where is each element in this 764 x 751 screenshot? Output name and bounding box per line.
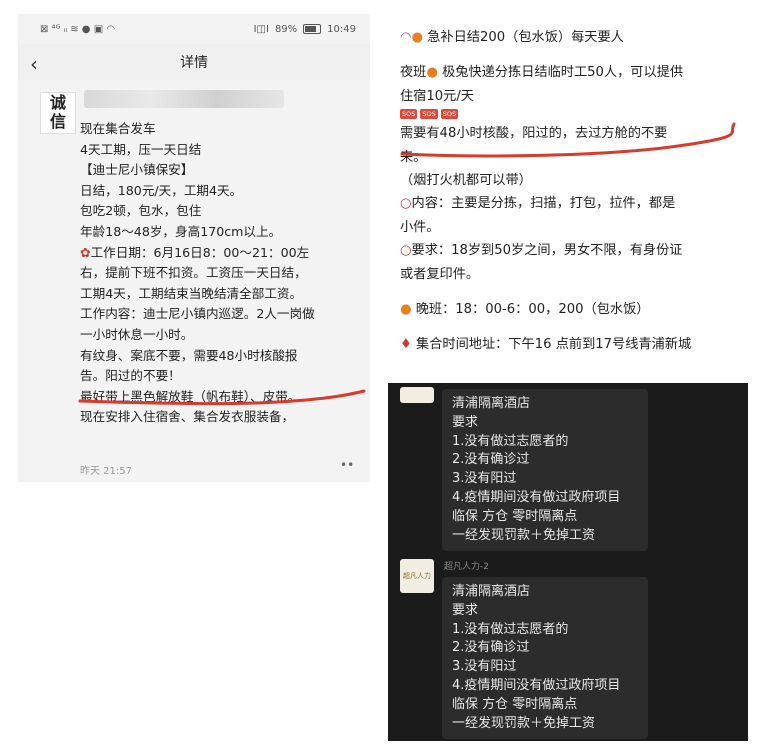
job-post: ◠● 急补日结200（包水饭）每天要人 夜班● 极兔快递分拣日结临时工50人，可… — [400, 26, 740, 357]
post-line: 有纹身、案底不要，需要48小时核酸报 — [80, 347, 298, 363]
vibrate-icon: I◫I — [253, 23, 269, 35]
chat-bubble[interactable]: 清浦隔离酒店 要求 1.没有做过志愿者的 2.没有确诊过 3.没有阳过 4.疫情… — [442, 577, 648, 740]
orange-icon: ● — [411, 30, 424, 45]
post-line: 小件。 — [400, 219, 440, 235]
post-line: 住宿10元/天 — [400, 88, 474, 104]
bubble-line: 清浦隔离酒店 — [452, 396, 531, 411]
right-bottom-chat: 清浦隔离酒店 要求 1.没有做过志愿者的 2.没有确诊过 3.没有阳过 4.疫情… — [388, 383, 748, 741]
avatar-char-1: 诚 — [49, 93, 66, 112]
bubble-line: 要求 — [452, 414, 479, 430]
red-circle-icon: ○ — [400, 243, 412, 259]
post-line: 极兔快递分拣日结临时工50人，可以提供 — [437, 65, 684, 81]
orange-icon: ● — [400, 302, 412, 318]
post-line: 现在安排入住宿舍、集合发衣服装备， — [80, 409, 295, 425]
post-line: 急补日结200（包水饭）每天要人 — [427, 30, 624, 45]
rainbow-icon: ◠ — [400, 30, 412, 45]
post-line: 夜班 — [400, 65, 427, 81]
back-arrow-icon[interactable]: ‹ — [30, 52, 38, 76]
post-line: 告。阳过的不要！ — [80, 368, 181, 384]
post-line: 一小时休息一小时。 — [80, 326, 194, 342]
bubble-line: 一经发现罚款＋免掉工资 — [452, 527, 596, 543]
red-circle-icon: ○ — [400, 196, 412, 212]
post-line: 年龄18～48岁，身高170cm以上。 — [80, 223, 282, 239]
avatar[interactable]: 诚 信 — [40, 92, 76, 134]
status-bar: ⊠ ⁴ᴳ ᵢₗ ≋ ● ▣ ◠ I◫I 89% 10:49 — [18, 14, 370, 44]
bubble-line: 2.没有确诊过 — [452, 640, 530, 656]
page-title: 详情 — [180, 55, 208, 71]
post-line: 4天工期，压一天日结 — [80, 141, 202, 157]
blurred-username — [84, 90, 284, 108]
sender-name: 超凡人力-2 — [444, 562, 489, 572]
bubble-line: 2.没有确诊过 — [452, 452, 530, 468]
battery-percent: 89% — [274, 23, 298, 35]
battery-icon — [303, 24, 322, 34]
post-line: 工期4天，工期结束当晚结清全部工资。 — [80, 285, 303, 301]
post-line: 内容：主要是分拣，扫描，打包，拉件，都是 — [411, 196, 676, 212]
right-top-screenshot: ◠● 急补日结200（包水饭）每天要人 夜班● 极兔快递分拣日结临时工50人，可… — [388, 14, 748, 370]
sos-icon: SOS — [400, 109, 418, 120]
bubble-line: 3.没有阳过 — [452, 659, 517, 675]
chat-avatar[interactable]: 超凡人力 — [400, 559, 434, 593]
post-line: 需要有48小时核酸，阳过的，去过方舱的不要 — [400, 126, 668, 142]
title-bar: ‹ 详情 — [18, 44, 370, 80]
post-line: 晚班：18：00-6：00，200（包水饭） — [415, 302, 650, 318]
flower-icon: ✿ — [80, 244, 91, 260]
orange-icon: ● — [426, 65, 438, 81]
bubble-line: 3.没有阳过 — [452, 471, 517, 487]
more-options-icon[interactable]: •• — [340, 458, 354, 472]
bubble-line: 1.没有做过志愿者的 — [452, 433, 569, 449]
pin-icon: ♦ — [400, 337, 412, 353]
post-line: （烟打火机都可以带） — [400, 173, 532, 189]
bubble-line: 1.没有做过志愿者的 — [452, 621, 569, 637]
post-line: 日结，180元/天，工期4天。 — [80, 182, 243, 198]
post-body: 现在集合发车 4天工期，压一天日结 【迪士尼小镇保安】 日结，180元/天，工期… — [80, 119, 356, 428]
sos-icon: SOS — [440, 109, 459, 120]
post-timestamp: 昨天 21:57 — [80, 466, 132, 477]
post-line: 包吃2顿，包水，包住 — [80, 203, 202, 219]
bubble-line: 要求 — [452, 602, 479, 618]
post-line: 工作内容：迪士尼小镇内巡逻。2人一岗做 — [80, 306, 315, 322]
post-line: 工作日期：6月16日8：00～21：00左 — [90, 244, 310, 260]
bubble-line: 4.疫情期间没有做过政府项目 — [452, 677, 621, 693]
post-line: 右，提前下班不扣资。工资压一天日结， — [80, 265, 307, 281]
post-line: 要求：18岁到50岁之间，男女不限，有身份证 — [411, 243, 683, 259]
post-line: 或者复印件。 — [400, 266, 480, 282]
bubble-line: 清浦隔离酒店 — [452, 584, 531, 599]
avatar-char-2: 信 — [49, 112, 66, 131]
post-line: 【迪士尼小镇保安】 — [80, 162, 194, 178]
bubble-line: 临保 方仓 零时隔离点 — [452, 508, 578, 524]
sos-icon: SOS — [420, 109, 438, 120]
clock: 10:49 — [327, 23, 356, 35]
post: 诚 信 — [18, 80, 370, 134]
bubble-line: 一经发现罚款＋免掉工资 — [452, 715, 596, 731]
chat-avatar[interactable] — [400, 387, 434, 403]
chat-bubble[interactable]: 清浦隔离酒店 要求 1.没有做过志愿者的 2.没有确诊过 3.没有阳过 4.疫情… — [442, 389, 648, 552]
bubble-line: 临保 方仓 零时隔离点 — [452, 696, 578, 712]
status-icons: ⊠ ⁴ᴳ ᵢₗ ≋ ● ▣ ◠ — [40, 23, 116, 35]
post-line: 来。 — [400, 149, 427, 165]
bubble-line: 4.疫情期间没有做过政府项目 — [452, 489, 621, 505]
left-screenshot: ⊠ ⁴ᴳ ᵢₗ ≋ ● ▣ ◠ I◫I 89% 10:49 ‹ 详情 诚 信 现… — [18, 14, 370, 482]
post-line: 最好带上黑色解放鞋（帆布鞋）、皮带。 — [80, 388, 301, 404]
post-line: 现在集合发车 — [80, 121, 156, 136]
post-line: 集合时间地址：下午16 点前到17号线青浦新城 — [416, 337, 692, 353]
